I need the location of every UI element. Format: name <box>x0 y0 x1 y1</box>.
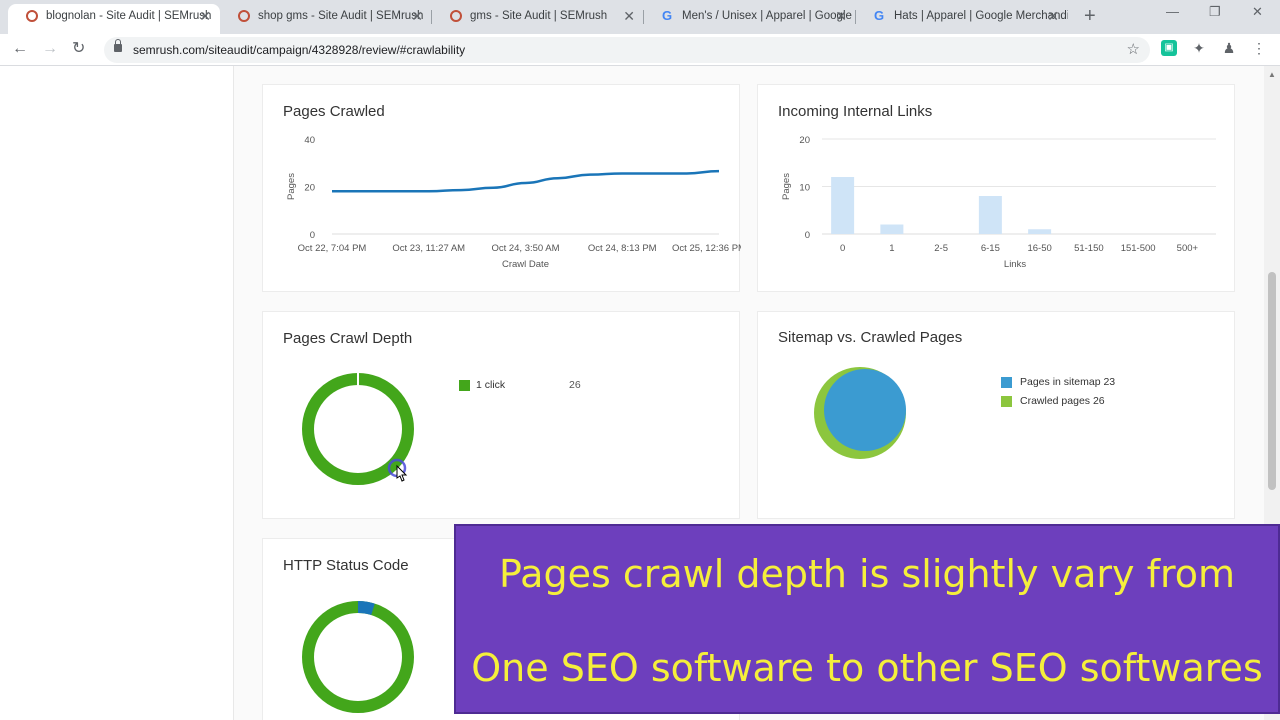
sitemap-card: Sitemap vs. Crawled Pages Pages in sitem… <box>757 311 1235 519</box>
x-tick-label: 2-5 <box>934 243 948 254</box>
bar-6-15 <box>978 196 1002 234</box>
profile-icon[interactable]: ♟ <box>1221 40 1237 56</box>
x-tick-label: 1 <box>889 243 894 254</box>
close-icon[interactable]: ✕ <box>411 4 423 28</box>
legend-swatch <box>1001 396 1012 407</box>
y-axis-title: Pages <box>286 173 297 200</box>
semrush-icon <box>26 10 38 22</box>
semrush-icon <box>450 10 462 22</box>
legend-swatch <box>1001 377 1012 388</box>
google-icon: G <box>874 8 885 23</box>
crawl-depth-card: Pages Crawl Depth 1 click 26 <box>262 311 740 519</box>
caption-line-1: Pages crawl depth is slightly vary from <box>498 552 1236 596</box>
bar-16-50 <box>1028 229 1052 234</box>
close-icon[interactable]: ✕ <box>835 4 847 28</box>
sitemap-legend-item[interactable]: Pages in sitemap 23 <box>1001 376 1151 390</box>
scroll-up-icon[interactable]: ▲ <box>1268 70 1276 79</box>
x-tick-label: 6-15 <box>981 243 1000 254</box>
tab-title: blognolan - Site Audit | SEMrush <box>46 10 212 22</box>
legend-label: Crawled pages 26 <box>1020 395 1105 407</box>
close-icon[interactable]: ✕ <box>623 4 635 28</box>
x-tick-label: 16-50 <box>1027 243 1051 254</box>
close-icon[interactable]: ✕ <box>1047 4 1059 28</box>
video-caption-overlay: Pages crawl depth is slightly vary from … <box>454 524 1280 714</box>
google-icon: G <box>662 8 673 23</box>
x-tick-label: Oct 24, 3:50 AM <box>491 243 559 254</box>
browser-tab-5[interactable]: G Hats | Apparel | Google Merchandise St… <box>856 4 1068 34</box>
card-title: Sitemap vs. Crawled Pages <box>778 329 963 346</box>
x-tick-label: 151-500 <box>1121 243 1156 254</box>
browser-tab-strip: blognolan - Site Audit | SEMrush ✕ shop … <box>0 0 1280 34</box>
browser-tab-1[interactable]: blognolan - Site Audit | SEMrush ✕ <box>8 4 220 34</box>
semrush-icon <box>238 10 250 22</box>
legend-value: 26 <box>569 379 581 391</box>
x-axis-title: Links <box>1004 259 1026 270</box>
close-icon[interactable]: ✕ <box>199 4 211 28</box>
minimize-icon[interactable]: — <box>1166 4 1179 19</box>
series-line <box>331 169 720 193</box>
tab-title: shop gms - Site Audit | SEMrush <box>258 10 424 22</box>
y-tick-label: 20 <box>799 135 810 146</box>
browser-tab-2[interactable]: shop gms - Site Audit | SEMrush ✕ <box>220 4 432 34</box>
maximize-icon[interactable]: ❐ <box>1209 4 1221 20</box>
browser-tab-3[interactable]: gms - Site Audit | SEMrush ✕ <box>432 4 644 34</box>
y-tick-label: 20 <box>304 183 315 194</box>
left-sidebar <box>0 66 234 720</box>
legend-label: Pages in sitemap 23 <box>1020 376 1116 388</box>
y-tick-label: 0 <box>805 230 810 241</box>
incoming-links-chart: 0 10 20 Pages 0 1 2-5 6-15 16-50 51-150 151-500 500… <box>781 135 1216 270</box>
x-tick-label: 0 <box>840 243 845 254</box>
browser-toolbar: ← → ↻ semrush.com/siteaudit/campaign/432… <box>0 34 1280 66</box>
mouse-cursor-icon <box>387 458 408 482</box>
pages-crawled-card: Pages Crawled 0 20 40 Oct 22, 7:04 PM Oct 23… <box>262 84 741 292</box>
legend-swatch <box>459 380 470 391</box>
new-tab-button[interactable]: + <box>1084 4 1096 28</box>
sitemap-venn-chart[interactable] <box>810 364 920 464</box>
lock-icon <box>114 39 122 52</box>
y-axis-title: Pages <box>781 173 792 200</box>
y-tick-label: 10 <box>799 183 810 194</box>
x-tick-label: Oct 24, 8:13 PM <box>588 243 657 254</box>
url-text: semrush.com/siteaudit/campaign/4328928/r… <box>133 43 466 57</box>
x-axis-title: Crawl Date <box>502 259 549 270</box>
y-tick-label: 0 <box>310 230 315 241</box>
back-icon[interactable]: ← <box>12 39 28 59</box>
sitemap-pages-circle <box>824 369 906 451</box>
tab-title: Men's / Unisex | Apparel | Google Mercha… <box>682 10 856 22</box>
legend-label: 1 click <box>476 379 506 391</box>
browser-tab-4[interactable]: G Men's / Unisex | Apparel | Google Merc… <box>644 4 856 34</box>
forward-icon[interactable]: → <box>42 39 58 59</box>
card-title: HTTP Status Code <box>283 557 409 574</box>
pages-crawled-chart: 0 20 40 Oct 22, 7:04 PM Oct 23, 11:27 AM Oct … <box>286 135 741 270</box>
menu-kebab-icon[interactable]: ⋮ <box>1251 40 1267 56</box>
reload-icon[interactable]: ↻ <box>72 39 85 59</box>
incoming-links-card: Incoming Internal Links 0 10 20 Pages 0 1 2-5 6… <box>757 84 1235 292</box>
x-tick-label: Oct 25, 12:36 PM <box>672 243 741 254</box>
bookmark-star-icon[interactable]: ☆ <box>1127 40 1140 58</box>
close-window-icon[interactable]: ✕ <box>1252 4 1263 20</box>
http-status-donut[interactable] <box>293 591 423 720</box>
bar-0 <box>831 177 855 234</box>
address-bar[interactable]: semrush.com/siteaudit/campaign/4328928/r… <box>104 37 1150 63</box>
crawled-legend-item[interactable]: Crawled pages 26 <box>1001 395 1151 409</box>
y-tick-label: 40 <box>304 135 315 146</box>
tab-title: gms - Site Audit | SEMrush <box>470 10 608 22</box>
tab-title: Hats | Apparel | Google Merchandise Stor… <box>894 10 1068 22</box>
donut-slice-3xx <box>357 600 375 616</box>
x-tick-label: 500+ <box>1177 243 1199 254</box>
extension-grammarly-icon[interactable]: ▣ <box>1161 40 1177 56</box>
donut-slice-2xx <box>302 601 414 713</box>
x-tick-label: Oct 22, 7:04 PM <box>298 243 367 254</box>
scrollbar-thumb[interactable] <box>1268 272 1276 490</box>
x-tick-label: 51-150 <box>1074 243 1104 254</box>
caption-line-2: One SEO software to other SEO softwares <box>471 646 1263 690</box>
extensions-puzzle-icon[interactable]: ✦ <box>1191 40 1207 56</box>
card-title: Pages Crawl Depth <box>283 330 413 347</box>
x-tick-label: Oct 23, 11:27 AM <box>392 243 465 254</box>
bar-1 <box>880 224 904 234</box>
